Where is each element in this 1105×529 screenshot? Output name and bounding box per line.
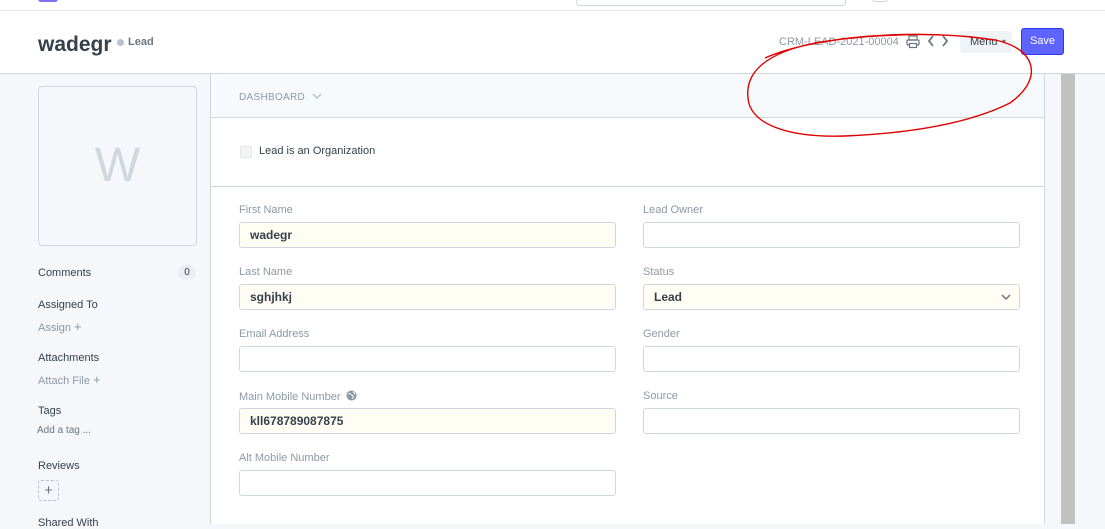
main-mobile-label-text: Main Mobile Number: [239, 391, 341, 403]
globe-icon: [346, 390, 357, 401]
comments-count-badge: 0: [178, 265, 196, 280]
document-name: CRM-LEAD-2021-00004: [779, 36, 899, 48]
gender-field[interactable]: [643, 346, 1020, 372]
app-logo[interactable]: [38, 0, 58, 2]
alt-mobile-label: Alt Mobile Number: [239, 452, 330, 464]
last-name-label: Last Name: [239, 266, 293, 278]
add-tag-link[interactable]: Add a tag ...: [37, 425, 91, 436]
caret-down-icon: ▾: [1002, 37, 1007, 46]
chevron-left-icon[interactable]: [926, 34, 936, 48]
main-mobile-label: Main Mobile Number: [239, 390, 357, 403]
assign-link-label: Assign: [38, 322, 72, 334]
plus-icon: +: [92, 372, 101, 387]
chevron-down-icon[interactable]: [311, 90, 323, 102]
source-label: Source: [643, 390, 678, 402]
email-label: Email Address: [239, 328, 310, 340]
search-input[interactable]: [576, 0, 846, 6]
first-name-label: First Name: [239, 204, 293, 216]
plus-icon: +: [74, 319, 82, 334]
comments-label: Comments: [38, 267, 92, 279]
shared-with-label: Shared With: [38, 517, 99, 529]
chevron-down-icon: [1001, 294, 1011, 301]
attachments-label: Attachments: [38, 352, 100, 364]
is-organization-checkbox[interactable]: [240, 146, 252, 158]
alt-mobile-field[interactable]: [239, 470, 616, 496]
status-select-value: Lead: [654, 290, 683, 304]
is-organization-label: Lead is an Organization: [259, 145, 376, 157]
attach-file-label: Attach File: [38, 375, 90, 387]
status-label: Status: [643, 266, 675, 278]
status-indicator-icon: [117, 39, 124, 46]
printer-icon[interactable]: [906, 35, 920, 49]
gender-label: Gender: [643, 328, 680, 340]
avatar-initial: W: [94, 139, 141, 192]
dashboard-label: DASHBOARD: [239, 92, 306, 103]
form-sidebar: W Comments 0 Assigned To Assign + Attachm…: [0, 74, 210, 529]
first-name-field[interactable]: wadegr: [239, 222, 616, 248]
lead-owner-label: Lead Owner: [643, 204, 703, 216]
status-badge: Lead: [128, 36, 154, 48]
navbar-icon[interactable]: [872, 0, 888, 2]
lead-owner-field[interactable]: [643, 222, 1020, 248]
navbar: [0, 0, 1105, 11]
reviews-label: Reviews: [38, 460, 80, 472]
save-button[interactable]: Save: [1021, 28, 1064, 55]
assign-link[interactable]: Assign +: [38, 319, 82, 334]
lead-form: DASHBOARD Lead is an Organization First …: [210, 74, 1045, 524]
source-field[interactable]: [643, 408, 1020, 434]
avatar[interactable]: W: [38, 86, 197, 246]
page-title: wadegr: [38, 33, 112, 56]
attach-file-link[interactable]: Attach File +: [38, 372, 101, 387]
page-header: wadegr Lead CRM-LEAD-2021-00004 Menu ▾ S…: [0, 11, 1105, 74]
main-mobile-field[interactable]: kll678789087875: [239, 408, 616, 434]
last-name-field[interactable]: sghjhkj: [239, 284, 616, 310]
add-review-button[interactable]: +: [38, 480, 59, 501]
organization-section: Lead is an Organization: [211, 118, 1044, 187]
chevron-right-icon[interactable]: [940, 34, 950, 48]
assigned-to-label: Assigned To: [38, 299, 98, 311]
status-select[interactable]: Lead: [643, 284, 1020, 310]
tags-label: Tags: [38, 405, 62, 417]
dashboard-section[interactable]: DASHBOARD: [211, 74, 1044, 118]
menu-button[interactable]: Menu ▾: [960, 31, 1012, 53]
scrollbar[interactable]: [1061, 74, 1075, 524]
email-field[interactable]: [239, 346, 616, 372]
menu-button-label: Menu: [970, 36, 998, 48]
